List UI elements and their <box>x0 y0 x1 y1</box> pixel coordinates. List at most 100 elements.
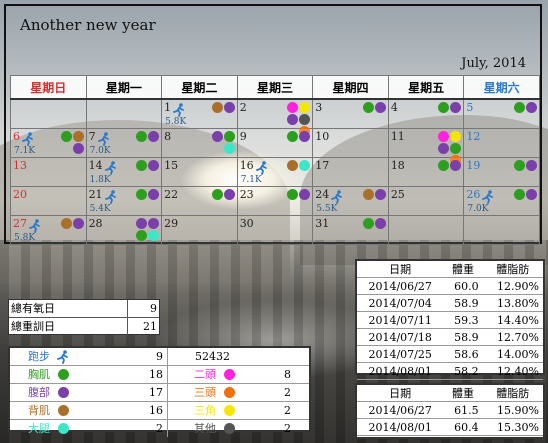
calendar-day-cell[interactable]: 28 <box>85 215 163 245</box>
bodyfat-cell: 12.40% <box>482 362 543 380</box>
calendar-week-row: 6 7.1K 7 7.0K 8 9 10 11 12 <box>10 128 540 166</box>
calendar-day-cell[interactable]: 16 7.1K <box>236 157 314 187</box>
abs-marker <box>148 189 160 200</box>
legend-run-count: 9 <box>73 348 168 365</box>
calendar-day-cell[interactable]: 8 <box>161 128 238 158</box>
workout-markers <box>125 218 160 241</box>
day-number: 4 <box>390 101 398 114</box>
legend-count: 2 <box>284 386 291 399</box>
date-cell: 2014/06/27 <box>357 401 444 419</box>
legs-marker <box>53 423 73 434</box>
chest-marker <box>514 102 525 113</box>
day-number: 25 <box>390 188 405 201</box>
totals-row-aerobic: 總有氧日 9 <box>9 300 159 318</box>
table-row: 2014/08/01 60.4 15.30% <box>357 418 543 436</box>
day-number: 24 <box>315 188 330 201</box>
weekday-header: 星期四 <box>312 75 389 100</box>
day-number: 18 <box>390 159 405 172</box>
calendar-day-cell[interactable]: 29 <box>161 215 238 245</box>
legend-count: 2 <box>284 422 291 435</box>
chest-marker <box>362 218 374 229</box>
abs-marker <box>374 102 386 113</box>
back-marker <box>211 102 223 113</box>
legend-label: 大腿 <box>28 422 50 435</box>
workout-markers <box>276 131 311 142</box>
legend-row: 大腿 2 其他 2 <box>10 420 309 437</box>
calendar-day-cell[interactable]: 6 7.1K <box>10 128 87 158</box>
calendar-day-cell[interactable]: 22 <box>161 186 238 216</box>
calendar-day-cell[interactable]: 14 1.8K <box>85 157 163 187</box>
table-row: 2014/08/01 58.2 12.40% <box>357 362 543 380</box>
calendar-day-cell[interactable]: 21 5.4K <box>85 186 163 216</box>
calendar-day-cell[interactable]: 1 5.8K <box>161 98 238 129</box>
col-weight: 體重 <box>443 385 483 402</box>
other-marker <box>219 423 239 434</box>
legend-label: 二頭 <box>194 368 216 381</box>
calendar-day-cell[interactable]: 19 <box>463 157 540 187</box>
calendar-day-cell[interactable]: 2 <box>236 98 314 137</box>
weight-days-label: 總重訓日 <box>9 318 128 335</box>
day-number: 7 <box>88 130 96 143</box>
calendar-day-cell[interactable]: 24 5.5K <box>312 186 389 216</box>
calendar-day-cell[interactable]: 5 <box>463 98 540 129</box>
calendar-day-cell[interactable]: 4 <box>387 98 465 129</box>
weight-cell: 60.4 <box>443 418 483 436</box>
run-distance: 7.1K <box>240 175 262 185</box>
weight-log-table: 日期 體重 體脂肪 2014/06/27 60.0 12.90% 2014/07/04… <box>355 259 545 380</box>
day-number: 10 <box>315 130 330 143</box>
day-number: 21 <box>88 188 103 201</box>
chest-marker <box>362 102 374 113</box>
legend-count: 16 <box>73 402 168 419</box>
day-number: 11 <box>390 130 405 143</box>
calendar-day-cell[interactable]: 15 <box>161 157 238 187</box>
other-marker <box>299 114 311 125</box>
chest-marker <box>450 143 462 154</box>
chest-marker <box>60 131 72 142</box>
calendar-day-cell[interactable]: 11 <box>387 128 465 166</box>
calendar-day-cell[interactable]: 25 <box>387 186 465 216</box>
bodyfat-cell: 14.00% <box>482 345 543 363</box>
workout-markers <box>50 131 84 154</box>
calendar-day-cell[interactable] <box>387 215 465 245</box>
legs-marker <box>148 230 160 241</box>
date-cell: 2014/07/18 <box>357 328 444 346</box>
workout-markers <box>50 218 84 229</box>
workout-markers <box>427 160 462 171</box>
calendar-day-cell[interactable]: 23 <box>236 186 314 216</box>
shoulders-marker <box>219 405 239 416</box>
date-cell: 2014/08/01 <box>357 362 444 380</box>
col-bodyfat: 體脂肪 <box>482 385 543 402</box>
chest-marker <box>514 160 525 171</box>
calendar-day-cell[interactable]: 17 <box>312 157 389 187</box>
run-distance: 7.0K <box>467 204 489 214</box>
back-marker <box>53 405 73 416</box>
day-number: 23 <box>239 188 254 201</box>
calendar-day-cell[interactable]: 30 <box>236 215 314 245</box>
legend-count: 2 <box>284 404 291 417</box>
calendar-day-cell[interactable]: 7 7.0K <box>85 128 163 158</box>
calendar-day-cell[interactable]: 20 <box>10 186 87 216</box>
calendar-day-cell[interactable]: 26 7.0K <box>463 186 540 216</box>
calendar-day-cell[interactable]: 9 <box>236 128 314 158</box>
col-bodyfat: 體脂肪 <box>482 261 543 278</box>
calendar-day-cell[interactable] <box>85 98 163 129</box>
calendar-day-cell[interactable]: 10 <box>312 128 389 158</box>
calendar-day-cell[interactable] <box>463 215 540 245</box>
calendar-day-cell[interactable]: 12 <box>463 128 540 158</box>
calendar-week-row: 13 14 1.8K 15 16 7.1K 17 18 19 <box>10 157 540 187</box>
calendar-day-cell[interactable] <box>10 98 87 129</box>
day-number: 28 <box>88 217 103 230</box>
calendar-day-cell[interactable]: 18 <box>387 157 465 187</box>
run-distance: 5.8K <box>14 233 36 243</box>
weight-log-table-2: 日期 體重 體脂肪 2014/06/27 61.5 15.90% 2014/08/01… <box>355 383 545 439</box>
calendar-day-cell[interactable]: 27 5.8K <box>10 215 87 245</box>
calendar-day-cell[interactable]: 3 <box>312 98 389 129</box>
calendar-day-cell[interactable]: 13 <box>10 157 87 187</box>
date-cell: 2014/07/25 <box>357 345 444 363</box>
weight-cell: 58.2 <box>443 362 483 380</box>
workout-markers <box>352 189 386 200</box>
weekday-header: 星期日 <box>10 75 87 100</box>
calendar-day-cell[interactable]: 31 <box>312 215 389 245</box>
table-row: 2014/06/27 61.5 15.90% <box>357 401 543 419</box>
runner-icon <box>97 131 111 146</box>
